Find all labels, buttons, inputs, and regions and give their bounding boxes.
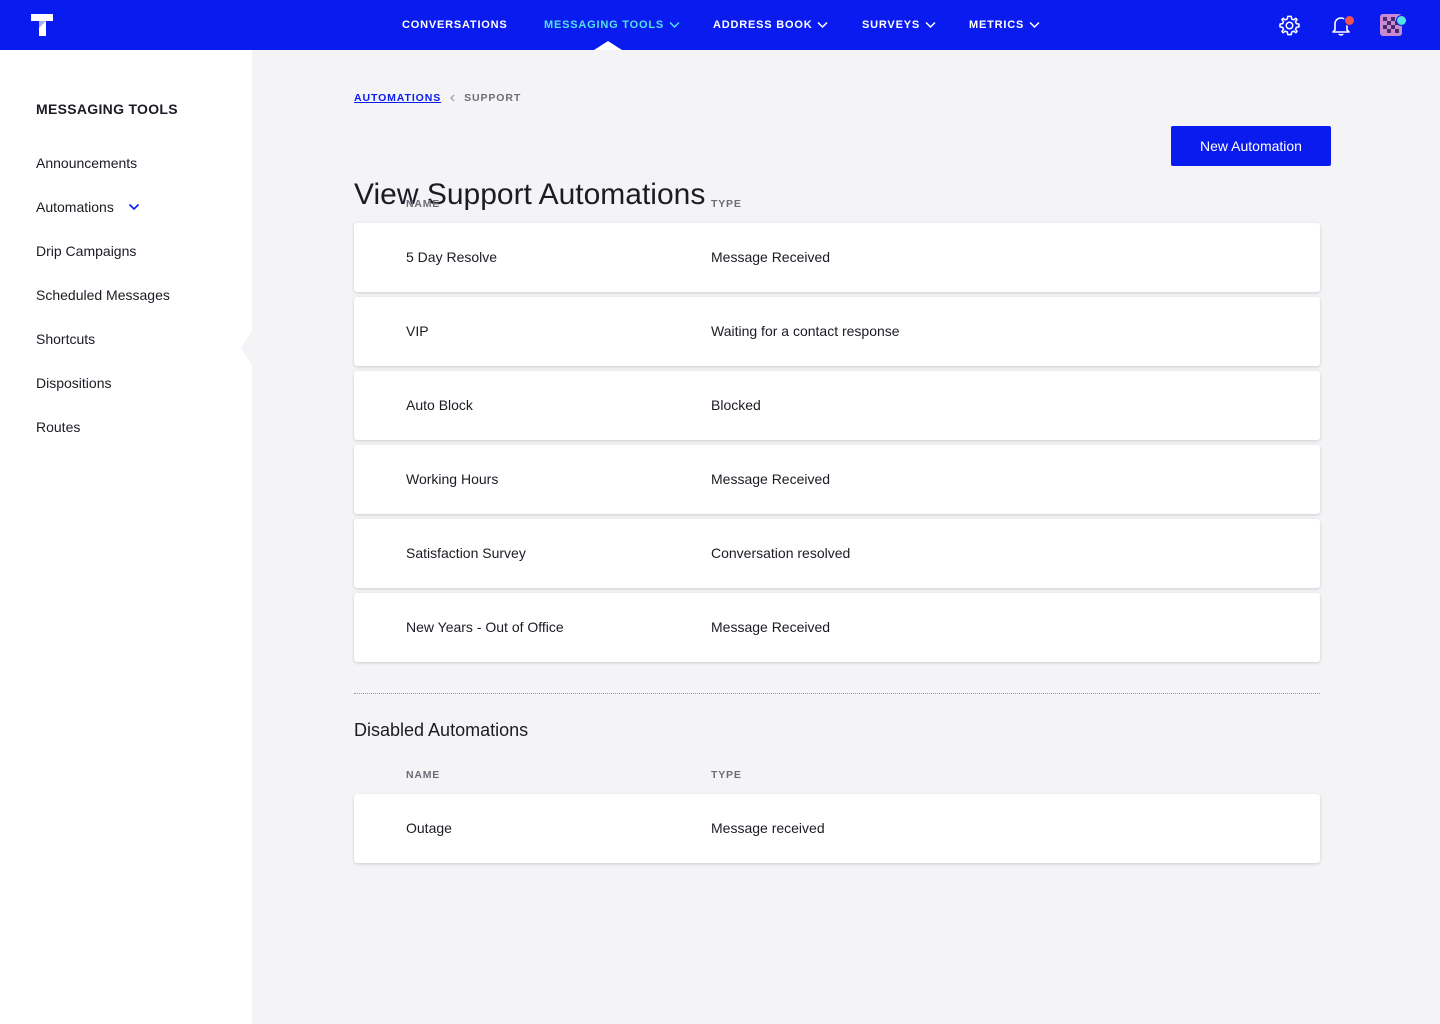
new-automation-button[interactable]: New Automation — [1171, 126, 1331, 166]
automation-name: New Years - Out of Office — [406, 619, 564, 635]
sidebar-item-label: Dispositions — [36, 375, 112, 391]
sidebar-item-automations[interactable]: Automations — [36, 199, 140, 215]
section-divider — [354, 693, 1320, 694]
breadcrumb-automations-link[interactable]: AUTOMATIONS — [354, 92, 441, 104]
automation-type: Waiting for a contact response — [711, 323, 900, 339]
nav-metrics[interactable]: METRICS — [969, 17, 1040, 33]
nav-label: CONVERSATIONS — [402, 19, 508, 31]
chevron-down-icon — [925, 21, 936, 29]
nav-conversations[interactable]: CONVERSATIONS — [402, 17, 508, 33]
nav-messaging-tools[interactable]: MESSAGING TOOLS — [544, 17, 680, 33]
sidebar: MESSAGING TOOLS Announcements Automation… — [0, 50, 252, 1024]
sidebar-item-routes[interactable]: Routes — [36, 419, 80, 435]
automation-type: Message Received — [711, 619, 831, 635]
top-navigation-bar: CONVERSATIONS MESSAGING TOOLS ADDRESS BO… — [0, 0, 1440, 50]
nav-label: METRICS — [969, 19, 1025, 31]
automation-name: 5 Day Resolve — [406, 249, 498, 265]
breadcrumb: AUTOMATIONS SUPPORT — [354, 92, 521, 104]
gear-icon[interactable] — [1278, 14, 1301, 37]
breadcrumb-current: SUPPORT — [464, 92, 522, 104]
sidebar-item-label: Announcements — [36, 155, 138, 171]
sidebar-item-label: Drip Campaigns — [36, 243, 137, 259]
automation-type: Message Received — [711, 471, 831, 487]
disabled-automations-title: Disabled Automations — [354, 720, 529, 740]
nav-label: ADDRESS BOOK — [713, 19, 813, 31]
table-row[interactable]: VIP Waiting for a contact response — [354, 297, 1320, 366]
nav-address-book[interactable]: ADDRESS BOOK — [713, 17, 828, 33]
automation-name: Outage — [406, 820, 452, 836]
table-row[interactable]: Auto Block Blocked — [354, 371, 1320, 440]
table-row[interactable]: Outage Message received — [354, 794, 1320, 863]
chevron-down-icon — [1029, 21, 1040, 29]
sidebar-item-label: Shortcuts — [36, 331, 96, 347]
avatar[interactable] — [1380, 14, 1407, 36]
active-nav-indicator — [594, 41, 622, 50]
chevron-down-icon — [669, 21, 680, 29]
sidebar-item-label: Automations — [36, 199, 114, 215]
sidebar-item-shortcuts[interactable]: Shortcuts — [36, 331, 95, 347]
sidebar-title: MESSAGING TOOLS — [36, 101, 178, 117]
sidebar-item-dispositions[interactable]: Dispositions — [36, 375, 111, 391]
logo-icon[interactable] — [30, 13, 54, 37]
presence-badge — [1396, 15, 1407, 26]
automation-type: Message Received — [711, 249, 831, 265]
column-header-type: TYPE — [711, 769, 742, 781]
sidebar-item-label: Routes — [36, 419, 81, 435]
sidebar-item-label: Scheduled Messages — [36, 287, 170, 303]
column-header-name: NAME — [406, 769, 441, 781]
nav-surveys[interactable]: SURVEYS — [862, 17, 936, 33]
table-row[interactable]: Working Hours Message Received — [354, 445, 1320, 514]
notifications-button[interactable] — [1329, 13, 1355, 37]
table-row[interactable]: New Years - Out of Office Message Receiv… — [354, 593, 1320, 662]
table-row[interactable]: 5 Day Resolve Message Received — [354, 223, 1320, 292]
column-header-name: NAME — [406, 198, 441, 210]
sidebar-notch — [241, 330, 252, 366]
sidebar-item-drip-campaigns[interactable]: Drip Campaigns — [36, 243, 136, 259]
automation-name: Working Hours — [406, 471, 499, 487]
automation-type: Conversation resolved — [711, 545, 851, 561]
nav-label: SURVEYS — [862, 19, 920, 31]
table-row[interactable]: Satisfaction Survey Conversation resolve… — [354, 519, 1320, 588]
automation-type: Blocked — [711, 397, 761, 413]
automation-name: VIP — [406, 323, 429, 339]
sidebar-item-announcements[interactable]: Announcements — [36, 155, 137, 171]
column-header-type: TYPE — [711, 198, 742, 210]
chevron-down-icon — [128, 203, 139, 211]
automation-name: Auto Block — [406, 397, 473, 413]
automation-type: Message received — [711, 820, 825, 836]
chevron-left-icon — [450, 94, 455, 102]
chevron-down-icon — [817, 21, 828, 29]
sidebar-item-scheduled-messages[interactable]: Scheduled Messages — [36, 287, 170, 303]
notification-badge — [1344, 15, 1355, 26]
nav-label: MESSAGING TOOLS — [544, 19, 664, 31]
automation-name: Satisfaction Survey — [406, 545, 526, 561]
